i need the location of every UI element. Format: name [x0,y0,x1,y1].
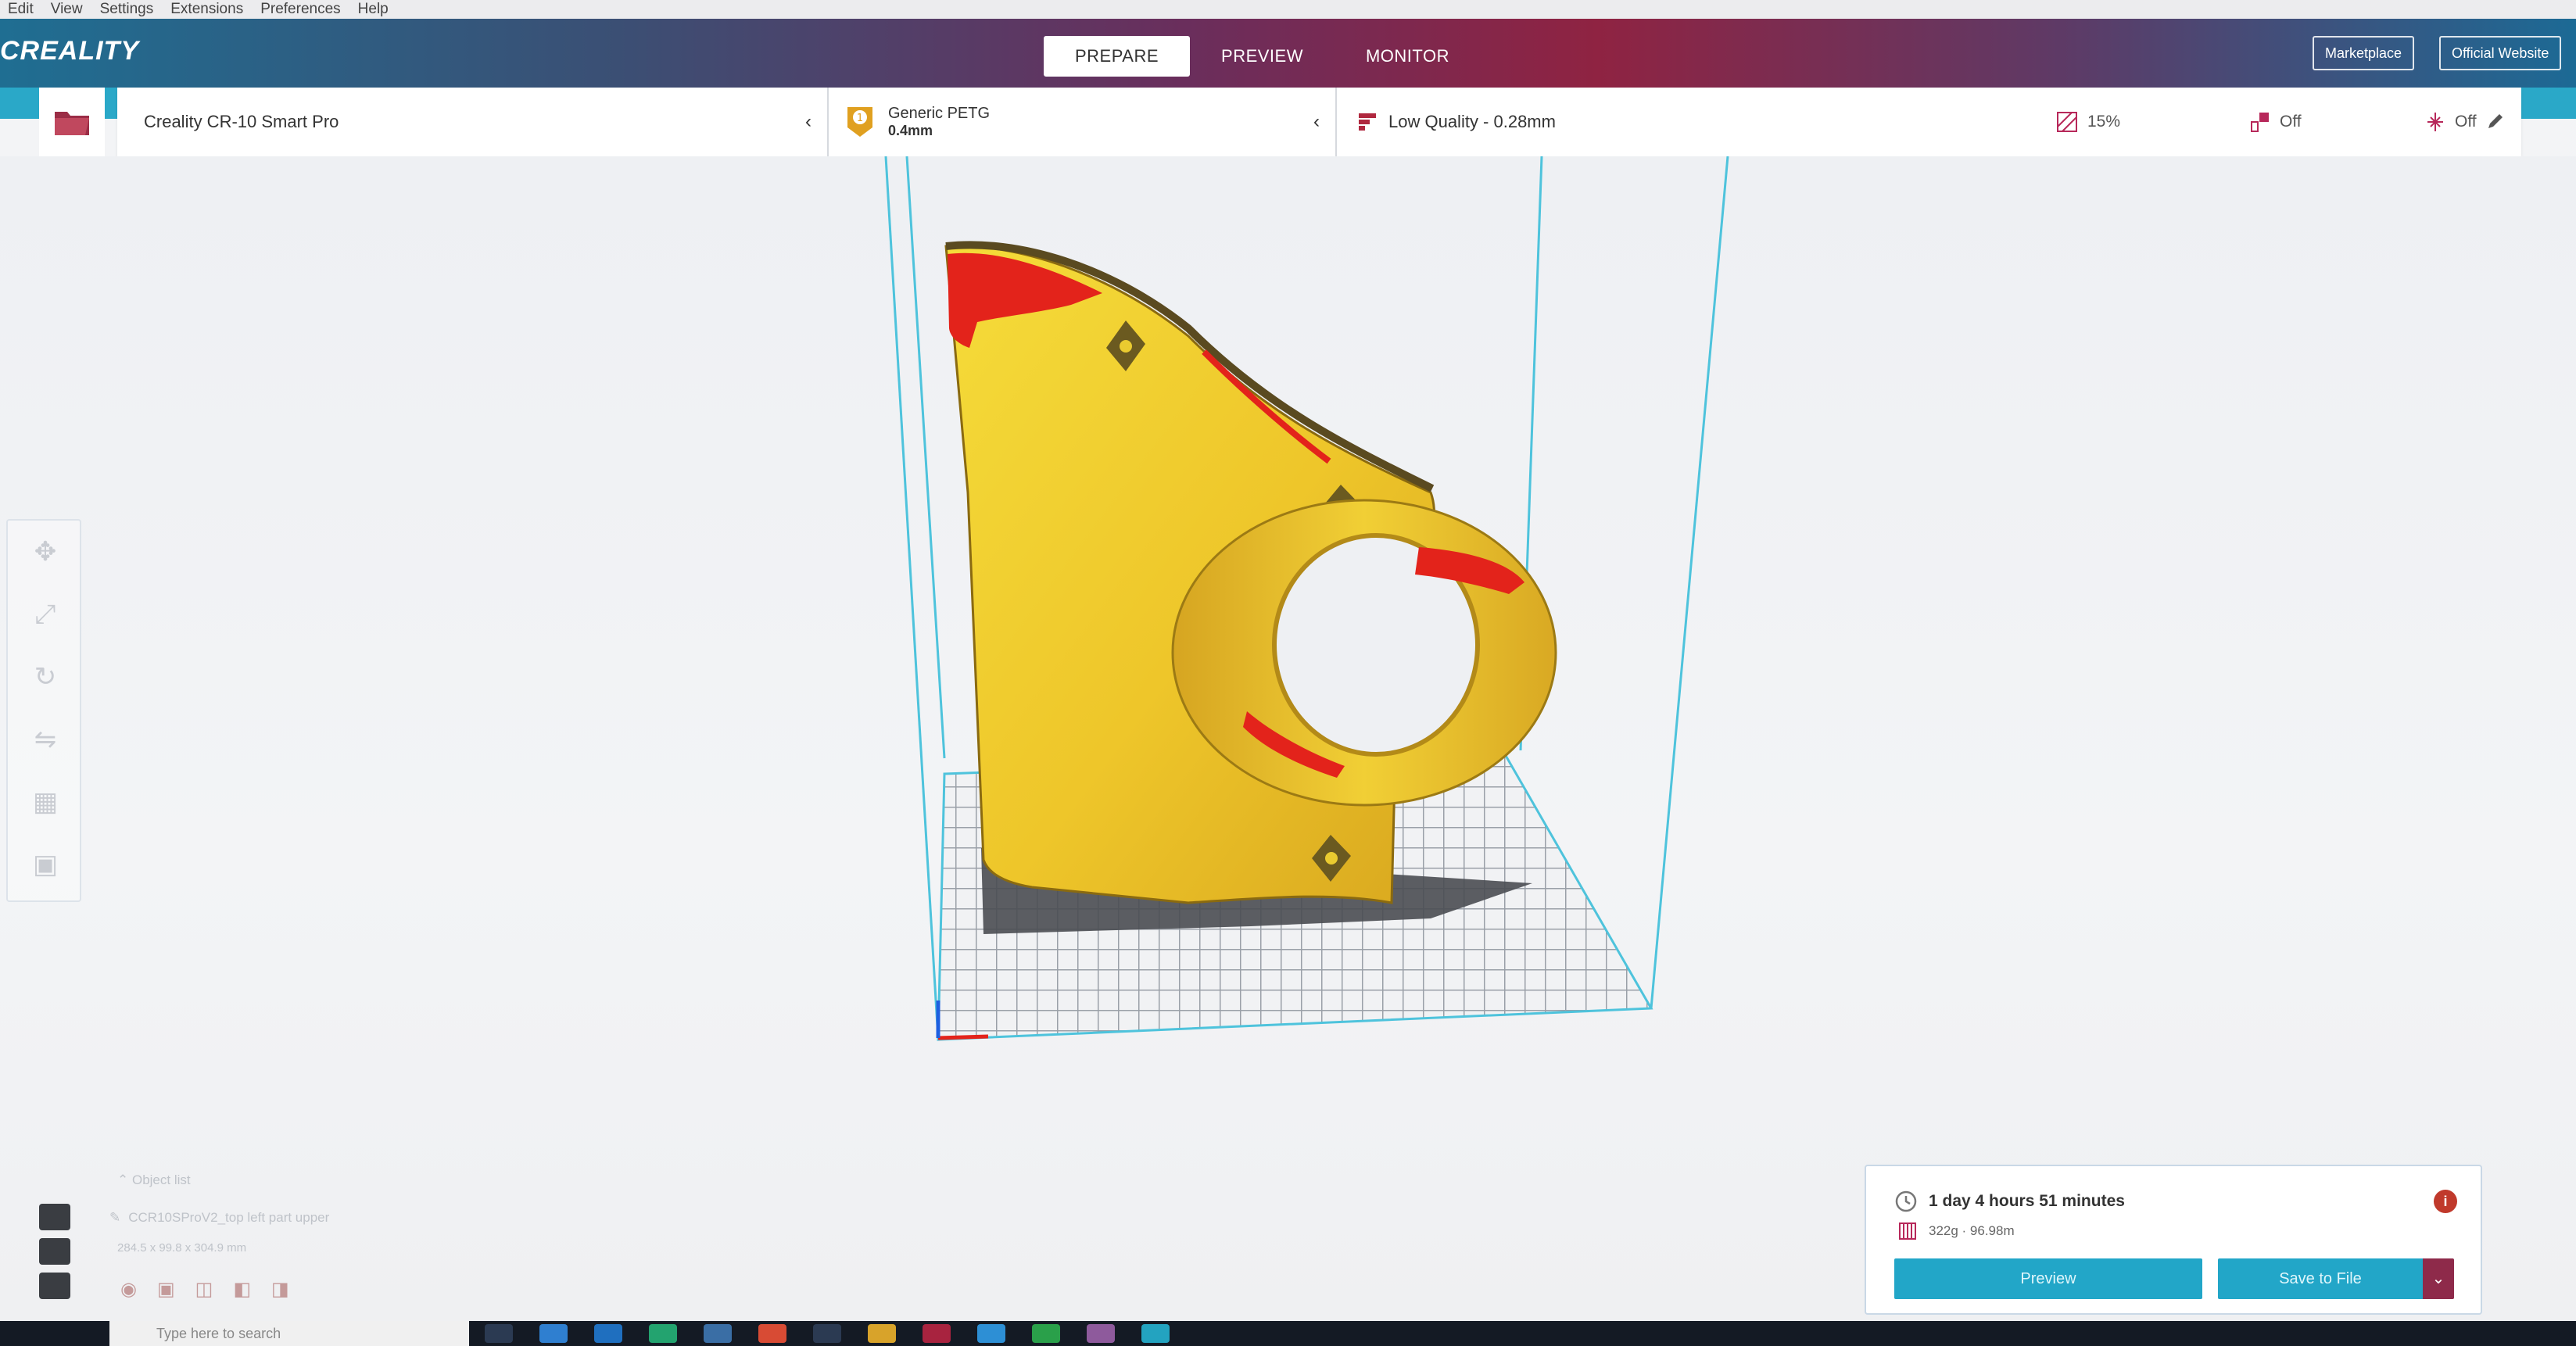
infill-setting: 15% [2056,111,2120,133]
menu-preferences[interactable]: Preferences [260,1,340,18]
edge-icon[interactable] [539,1324,568,1343]
task-view-icon[interactable] [485,1324,513,1343]
app-header: CREALITY PREPARE PREVIEW MONITOR Marketp… [0,19,2576,88]
preview-button[interactable]: Preview [1894,1258,2202,1299]
tab-monitor[interactable]: MONITOR [1335,36,1481,77]
print-job-panel: 1 day 4 hours 51 minutes 322g · 96.98m i… [1865,1165,2482,1315]
open-file-button[interactable] [39,88,105,156]
info-icon[interactable]: i [2434,1190,2457,1213]
support-value: Off [2280,113,2302,131]
material-usage-row: 322g · 96.98m [1897,1221,2015,1241]
chevron-up-icon: ⌃ [117,1172,132,1187]
menu-edit[interactable]: Edit [8,1,34,18]
adhesion-setting: Off [2425,111,2477,133]
material-selector[interactable]: 1 Generic PETG 0.4mm ‹ [829,88,1337,156]
chevron-down-icon[interactable]: ⌄ [2423,1258,2454,1299]
per-model-settings-icon[interactable]: ▦ [8,771,83,833]
view-front-icon[interactable]: ▣ [157,1278,175,1301]
outlook-icon[interactable] [594,1324,622,1343]
app-icon[interactable] [649,1324,677,1343]
3d-viewport[interactable]: ✥ ⤢ ↻ ⇋ ▦ ▣ [0,156,2576,1321]
mirror-tool-icon[interactable]: ⇋ [8,708,83,771]
folder-icon [55,112,89,135]
material-usage: 322g · 96.98m [1929,1223,2015,1238]
support-setting: Off [2250,111,2302,133]
rotate-tool-icon[interactable]: ↻ [8,646,83,708]
quality-icon [1359,113,1376,131]
app-icon[interactable] [1032,1324,1060,1343]
scale-tool-icon[interactable]: ⤢ [8,583,83,646]
camera-perspective-icon[interactable] [39,1238,70,1265]
material-info: Generic PETG 0.4mm [888,105,990,139]
printer-name: Creality CR-10 Smart Pro [144,112,339,131]
creality-print-icon[interactable] [923,1324,951,1343]
menu-settings[interactable]: Settings [100,1,154,18]
view-right-icon[interactable]: ◨ [271,1278,289,1301]
support-blocker-icon[interactable]: ▣ [8,833,83,896]
save-to-file-button[interactable]: Save to File [2218,1258,2423,1299]
support-icon [2251,113,2269,132]
adhesion-icon [2427,113,2443,131]
nozzle-size: 0.4mm [888,123,933,139]
chevron-left-icon: ‹ [805,111,811,132]
build-volume-scene[interactable] [0,156,2576,1321]
clock-icon [1895,1190,1917,1212]
menu-extensions[interactable]: Extensions [170,1,243,18]
camera-icon[interactable] [39,1204,70,1230]
adhesion-value: Off [2455,113,2477,131]
print-setup-toolbar: Creality CR-10 Smart Pro ‹ 1 Generic PET… [117,88,2521,156]
object-dimensions: 284.5 x 99.8 x 304.9 mm [117,1241,247,1255]
camera-tools [39,1204,78,1321]
app-icon[interactable] [813,1324,841,1343]
view-top-icon[interactable]: ◫ [195,1278,213,1301]
extruder-badge-icon: 1 [847,107,872,137]
object-list-panel: ⌃ Object list ✎ CCR10SProV2_top left part… [109,1172,516,1313]
taskbar-apps [485,1324,1170,1343]
chevron-left-icon: ‹ [1313,111,1320,132]
cura-window: Edit View Settings Extensions Preference… [0,0,2576,1346]
left-tool-panel: ✥ ⤢ ↻ ⇋ ▦ ▣ [6,519,81,902]
view-orientation-buttons: ◉ ▣ ◫ ◧ ◨ [120,1278,516,1301]
menu-help[interactable]: Help [358,1,389,18]
camera-orthographic-icon[interactable] [39,1273,70,1299]
app-icon[interactable] [977,1324,1005,1343]
chrome-icon[interactable] [758,1324,786,1343]
marketplace-button[interactable]: Marketplace [2313,36,2415,70]
view-3d-icon[interactable]: ◉ [120,1278,137,1301]
tab-preview[interactable]: PREVIEW [1190,36,1335,77]
infill-icon [2057,112,2077,132]
print-settings-selector[interactable]: Low Quality - 0.28mm 15% Off Off [1337,88,2521,156]
pencil-icon[interactable]: ✎ [109,1210,120,1226]
print-time: 1 day 4 hours 51 minutes [1929,1192,2125,1210]
menu-view[interactable]: View [51,1,83,18]
creality-logo: CREALITY [0,36,139,66]
view-left-icon[interactable]: ◧ [233,1278,251,1301]
tab-prepare[interactable]: PREPARE [1044,36,1191,77]
spool-icon [1899,1222,1916,1240]
infill-value: 15% [2087,113,2121,131]
stage-tabs: PREPARE PREVIEW MONITOR [1044,36,1481,77]
windows-taskbar: Type here to search [0,1321,2576,1346]
print-time-row: 1 day 4 hours 51 minutes [1894,1190,2125,1213]
app-icon[interactable] [1141,1324,1170,1343]
object-list-header[interactable]: ⌃ Object list [117,1172,516,1188]
object-name-row: ✎ CCR10SProV2_top left part upper [109,1210,330,1226]
explorer-icon[interactable] [868,1324,896,1343]
material-name: Generic PETG [888,105,991,123]
extruder-number: 1 [857,113,863,124]
taskbar-search-input[interactable]: Type here to search [109,1321,469,1346]
app-icon[interactable] [1087,1324,1115,1343]
quality-profile: Low Quality - 0.28mm [1388,112,1556,131]
store-icon[interactable] [704,1324,732,1343]
move-tool-icon[interactable]: ✥ [8,521,83,583]
printer-selector[interactable]: Creality CR-10 Smart Pro ‹ [117,88,829,156]
pencil-icon[interactable] [2485,111,2506,131]
official-website-button[interactable]: Official Website [2439,36,2562,70]
menu-bar: Edit View Settings Extensions Preference… [0,0,2576,19]
